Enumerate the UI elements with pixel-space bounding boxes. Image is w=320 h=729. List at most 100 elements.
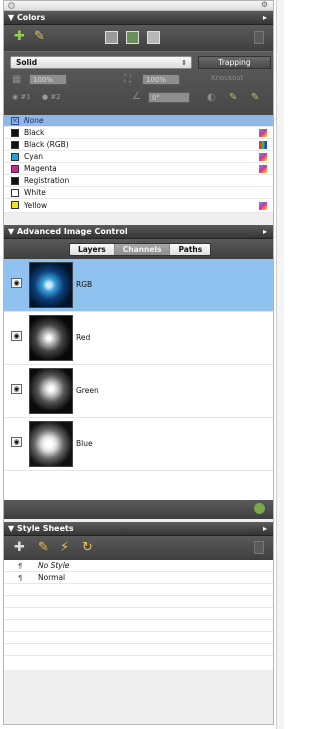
panel-menu-icon[interactable]: ▸ (263, 11, 267, 25)
colors-toolbar: ✚ ✎ (4, 25, 273, 51)
green-thumbnail (29, 368, 73, 414)
channel-row-green[interactable]: ◉ Green (4, 365, 273, 418)
update-style-icon[interactable]: ↻ (82, 541, 93, 555)
channel-list: ◉ RGB ◉ Red ◉ Green ◉ Blue (4, 259, 273, 500)
disclosure-triangle-icon: ▼ (8, 13, 17, 22)
styles-toolbar: ✚ ✎ ⚡ ↻ (4, 536, 273, 560)
color-name: White (24, 188, 46, 197)
color-row-black-rgb[interactable]: Black (RGB) (4, 139, 273, 151)
colors-panel-title: Colors (16, 13, 46, 22)
color-name: Magenta (24, 164, 57, 173)
frame-color-icon[interactable] (105, 31, 118, 44)
paragraph-icon: ¶ (18, 562, 23, 570)
window-titlebar: ⚙ (4, 0, 273, 11)
channel-row-red[interactable]: ◉ Red (4, 312, 273, 365)
channel-label: Green (76, 386, 99, 395)
color-row-black[interactable]: Black (4, 127, 273, 139)
radio-1[interactable]: ◉ #1 (12, 93, 31, 101)
blend-icon: ⛶ (124, 74, 131, 85)
radio-2-label: #2 (50, 93, 61, 101)
palette-window: ⚙ ▼ Colors ▸ ✚ ✎ Solid ⇕ Trapping ▦ 100%… (3, 0, 274, 725)
color-name: Cyan (24, 152, 44, 161)
radio-1-label: #1 (20, 93, 31, 101)
style-name: Normal (38, 573, 66, 582)
empty-row (4, 584, 273, 596)
styles-panel-header[interactable]: ▼ Style Sheets ▸ (4, 522, 273, 536)
cmyk-model-icon (259, 165, 267, 173)
knockout-label[interactable]: Knockout (211, 74, 243, 82)
cmyk-model-icon (259, 153, 267, 161)
red-thumbnail (29, 315, 73, 361)
delete-color-icon[interactable] (254, 31, 264, 44)
tab-channels[interactable]: Channels (114, 244, 171, 255)
style-name: No Style (38, 561, 70, 570)
color-row-none[interactable]: ✕ None (4, 115, 273, 127)
colors-panel-header[interactable]: ▼ Colors ▸ (4, 11, 273, 25)
add-color-icon[interactable]: ✚ (14, 30, 25, 44)
color-row-magenta[interactable]: Magenta (4, 163, 273, 175)
angle-icon: ∠ (132, 91, 141, 102)
gear-icon[interactable]: ⚙ (261, 0, 268, 9)
fill-type-value: Solid (16, 58, 38, 67)
trap-icon-3[interactable]: ✎ (251, 92, 259, 103)
window-edge (276, 0, 284, 729)
colors-controls: Solid ⇕ Trapping ▦ 100% ⛶ 100% Knockout … (4, 51, 273, 115)
color-row-yellow[interactable]: Yellow (4, 199, 273, 213)
trap-icon-1[interactable]: ◐ (207, 92, 216, 103)
color-row-cyan[interactable]: Cyan (4, 151, 273, 163)
rgb-model-icon (259, 141, 267, 149)
empty-row (4, 596, 273, 608)
paragraph-icon: ¶ (18, 574, 23, 582)
shade-left-field[interactable]: 100% (29, 74, 67, 85)
color-swatch (11, 153, 19, 161)
image-panel-header[interactable]: ▼ Advanced Image Control ▸ (4, 225, 273, 239)
trapping-button[interactable]: Trapping (198, 56, 271, 69)
edit-color-pencil-icon[interactable]: ✎ (34, 30, 45, 44)
background-color-icon[interactable] (147, 31, 160, 44)
text-color-icon[interactable] (126, 31, 139, 44)
chevron-updown-icon: ⇕ (181, 59, 187, 67)
style-row-no-style[interactable]: ¶ No Style (4, 560, 273, 572)
fill-type-select[interactable]: Solid ⇕ (10, 56, 192, 69)
image-tabs-bar: Layers Channels Paths (4, 239, 273, 259)
empty-row (4, 644, 273, 656)
eye-icon[interactable]: ◉ (11, 384, 22, 394)
trap-icon-2[interactable]: ✎ (229, 92, 237, 103)
shade-right-field[interactable]: 100% (142, 74, 180, 85)
color-list: ✕ None Black Black (RGB) Cyan Magenta Re… (4, 115, 273, 213)
panel-menu-icon[interactable]: ▸ (263, 522, 267, 536)
eye-icon[interactable]: ◉ (11, 437, 22, 447)
delete-style-icon[interactable] (254, 541, 264, 554)
cmyk-model-icon (259, 129, 267, 137)
angle-field[interactable]: 0° (148, 92, 190, 103)
color-row-registration[interactable]: Registration (4, 175, 273, 187)
channel-row-blue[interactable]: ◉ Blue (4, 418, 273, 471)
empty-row (4, 632, 273, 644)
eye-icon[interactable]: ◉ (11, 331, 22, 341)
panel-menu-icon[interactable]: ▸ (263, 225, 267, 239)
eye-icon[interactable]: ◉ (11, 278, 22, 288)
empty-row (4, 608, 273, 620)
color-swatch (11, 189, 19, 197)
radio-2[interactable]: ● #2 (42, 93, 61, 101)
close-window-button[interactable] (8, 2, 15, 9)
cmyk-model-icon (259, 202, 267, 210)
rgb-thumbnail (29, 262, 73, 308)
channel-action-icon[interactable] (254, 503, 265, 514)
edit-style-pencil-icon[interactable]: ✎ (38, 541, 49, 555)
color-swatch (11, 177, 19, 185)
disclosure-triangle-icon: ▼ (8, 227, 17, 236)
color-swatch (11, 201, 19, 209)
new-style-icon[interactable]: ✚ (14, 541, 25, 555)
channel-row-rgb[interactable]: ◉ RGB (4, 259, 273, 312)
tab-layers[interactable]: Layers (70, 244, 115, 255)
channel-label: RGB (76, 280, 93, 289)
duplicate-style-icon[interactable]: ⚡ (60, 541, 69, 555)
tab-paths[interactable]: Paths (170, 244, 211, 255)
color-name: Registration (24, 176, 70, 185)
channel-footer (4, 500, 273, 519)
color-name: Black (RGB) (24, 140, 69, 149)
style-row-normal[interactable]: ¶ Normal (4, 572, 273, 584)
blue-thumbnail (29, 421, 73, 467)
color-row-white[interactable]: White (4, 187, 273, 199)
